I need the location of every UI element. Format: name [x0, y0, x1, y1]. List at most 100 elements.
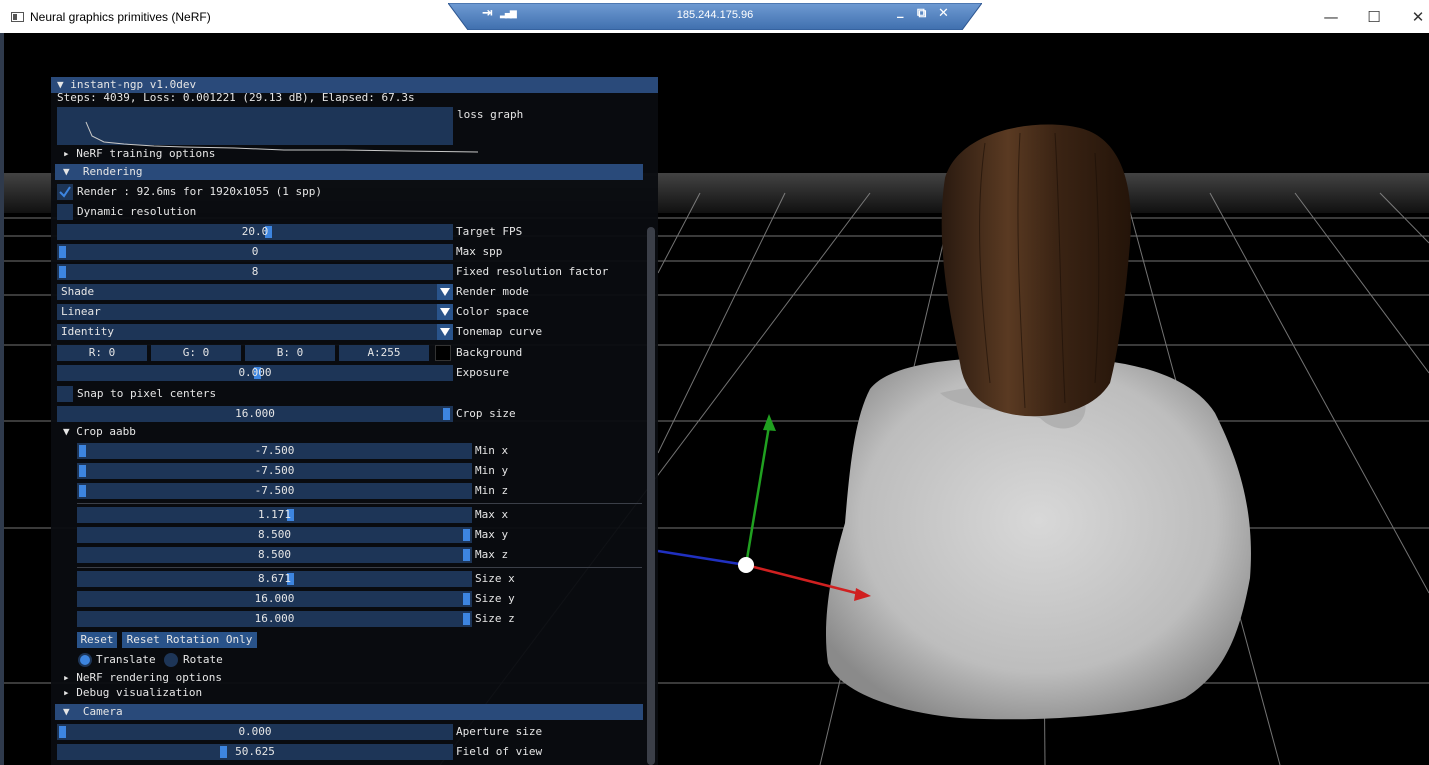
camera-header-label[interactable]: ▼ Camera [63, 705, 123, 719]
crop-size-x-slider[interactable]: 8.671 [77, 571, 472, 587]
app-icon [11, 12, 24, 22]
panel-title[interactable]: ▼ instant-ngp v1.0dev [57, 78, 196, 92]
minimize-button[interactable]: — [1316, 6, 1346, 28]
crop-min-z-label: Min z [475, 484, 509, 497]
crop-size-y-label: Size y [475, 592, 515, 605]
debug-visualization-node[interactable]: ▸ Debug visualization [63, 686, 202, 700]
fixed-resolution-factor-label: Fixed resolution factor [456, 265, 609, 278]
rotate-label: Rotate [183, 653, 223, 666]
target-fps-label: Target FPS [456, 225, 523, 238]
crop-max-x-slider[interactable]: 1.171 [77, 507, 472, 523]
crop-max-x-value: 1.171 [257, 508, 292, 521]
separator [77, 567, 642, 568]
translate-radio[interactable] [78, 653, 92, 667]
crop-max-z-value: 8.500 [257, 548, 292, 561]
field-of-view-slider[interactable]: 50.625 [57, 744, 453, 760]
window-left-edge [0, 33, 4, 765]
color-space-combo[interactable]: Linear [57, 304, 453, 320]
target-fps-value: 20.0 [241, 225, 269, 238]
crop-max-x-label: Max x [475, 508, 509, 521]
camera-header[interactable]: ▼ Camera [55, 704, 643, 720]
crop-min-x-label: Min x [475, 444, 509, 457]
exposure-label: Exposure [456, 366, 509, 379]
color-space-label: Color space [456, 305, 529, 318]
crop-min-y-slider[interactable]: -7.500 [77, 463, 472, 479]
separator [77, 503, 642, 504]
crop-size-x-value: 8.671 [257, 572, 292, 585]
aperture-size-slider[interactable]: 0.000 [57, 724, 453, 740]
crop-max-z-slider[interactable]: 8.500 [77, 547, 472, 563]
rotate-radio[interactable] [164, 653, 178, 667]
background-label: Background [456, 346, 523, 359]
window-titlebar: Neural graphics primitives (NeRF) ⇥ ▂▄▆ … [0, 0, 1429, 33]
crop-min-y-label: Min y [475, 464, 509, 477]
render-checkbox[interactable] [57, 184, 73, 200]
chevron-down-icon[interactable] [437, 304, 453, 320]
translate-label: Translate [96, 653, 156, 666]
nerf-rendering-options-node[interactable]: ▸ NeRF rendering options [63, 671, 222, 685]
exposure-value: 0.000 [238, 366, 272, 379]
crop-max-y-slider[interactable]: 8.500 [77, 527, 472, 543]
reset-rotation-button[interactable]: Reset Rotation Only [122, 632, 257, 648]
fixed-resolution-factor-value: 8 [251, 265, 259, 278]
snap-to-pixel-centers-label: Snap to pixel centers [77, 387, 217, 400]
minimize-icon[interactable]: _ [897, 4, 904, 19]
background-b-field[interactable]: B: 0 [245, 345, 335, 361]
exposure-slider[interactable]: 0.000 [57, 365, 453, 381]
tonemap-curve-label: Tonemap curve [456, 325, 543, 338]
settings-panel[interactable]: ▼ instant-ngp v1.0dev Steps: 4039, Loss:… [51, 77, 658, 765]
close-icon[interactable]: ✕ [938, 6, 949, 21]
render-mode-combo[interactable]: Shade [57, 284, 453, 300]
crop-size-y-value: 16.000 [254, 592, 295, 605]
rendering-header-label[interactable]: ▼ Rendering [63, 165, 142, 179]
crop-size-slider[interactable]: 16.000 [57, 406, 453, 422]
crop-size-z-value: 16.000 [254, 612, 295, 625]
field-of-view-label: Field of view [456, 745, 543, 758]
crop-aabb-node[interactable]: ▼ Crop aabb [63, 425, 136, 439]
background-a-field[interactable]: A:255 [339, 345, 429, 361]
crop-size-z-slider[interactable]: 16.000 [77, 611, 472, 627]
tonemap-curve-value: Identity [61, 325, 114, 338]
background-b-value: B: 0 [276, 346, 304, 359]
color-space-value: Linear [61, 305, 101, 318]
crop-max-y-label: Max y [475, 528, 509, 541]
crop-size-y-slider[interactable]: 16.000 [77, 591, 472, 607]
dynamic-resolution-label: Dynamic resolution [77, 205, 197, 218]
crop-min-z-slider[interactable]: -7.500 [77, 483, 472, 499]
rendering-header[interactable]: ▼ Rendering [55, 164, 643, 180]
window-title: Neural graphics primitives (NeRF) [30, 10, 211, 24]
check-icon [59, 186, 71, 198]
reset-button[interactable]: Reset [77, 632, 117, 648]
chevron-down-icon[interactable] [437, 284, 453, 300]
tonemap-curve-combo[interactable]: Identity [57, 324, 453, 340]
dynamic-resolution-checkbox[interactable] [57, 204, 73, 220]
background-color-swatch[interactable] [435, 345, 451, 361]
panel-scrollbar[interactable] [647, 227, 655, 765]
chevron-down-icon[interactable] [437, 324, 453, 340]
render-mode-label: Render mode [456, 285, 529, 298]
background-r-field[interactable]: R: 0 [57, 345, 147, 361]
snap-to-pixel-centers-checkbox[interactable] [57, 386, 73, 402]
maximize-button[interactable]: ☐ [1359, 6, 1389, 28]
crop-min-y-value: -7.500 [254, 464, 295, 477]
crop-max-z-label: Max z [475, 548, 509, 561]
nerf-render-subject [825, 124, 1251, 720]
field-of-view-value: 50.625 [235, 745, 275, 758]
aperture-size-label: Aperture size [456, 725, 543, 738]
max-spp-value: 0 [251, 245, 259, 258]
render-mode-value: Shade [61, 285, 95, 298]
render-label: Render : 92.6ms for 1920x1055 (1 spp) [77, 185, 323, 198]
max-spp-label: Max spp [456, 245, 503, 258]
target-fps-slider[interactable]: 20.0 [57, 224, 453, 240]
remote-connection-bar: ⇥ ▂▄▆ 185.244.175.96 _ ⧉ ✕ [448, 3, 982, 30]
crop-max-y-value: 8.500 [257, 528, 292, 541]
crop-min-x-slider[interactable]: -7.500 [77, 443, 472, 459]
background-r-value: R: 0 [88, 346, 116, 359]
crop-size-label: Crop size [456, 407, 516, 420]
close-button[interactable]: ✕ [1403, 6, 1429, 28]
restore-icon[interactable]: ⧉ [917, 6, 926, 21]
nerf-training-options-node[interactable]: ▸ NeRF training options [63, 147, 215, 161]
background-g-field[interactable]: G: 0 [151, 345, 241, 361]
max-spp-slider[interactable]: 0 [57, 244, 453, 260]
fixed-resolution-factor-slider[interactable]: 8 [57, 264, 453, 280]
